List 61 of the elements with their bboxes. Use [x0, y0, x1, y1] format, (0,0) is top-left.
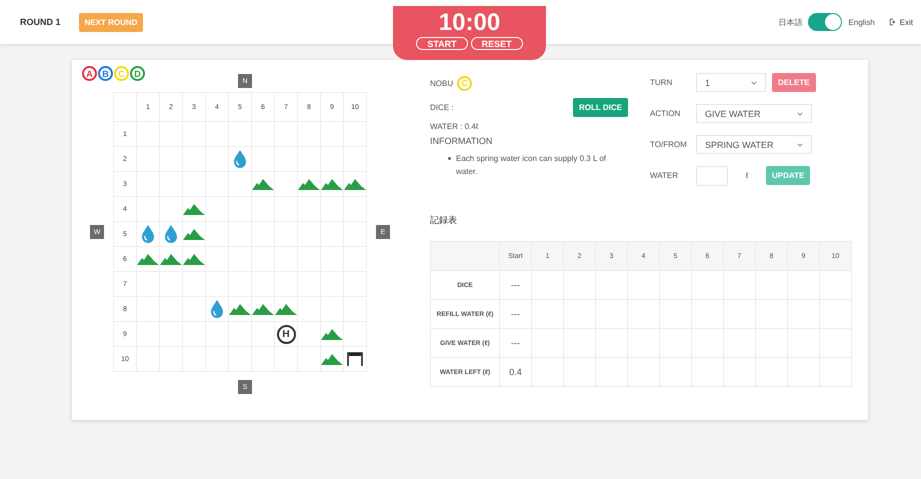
table-cell: ---: [511, 280, 520, 290]
water-drop-icon: [233, 150, 247, 168]
mountain-icon: [252, 178, 274, 190]
bullet-icon: [448, 157, 451, 160]
mountain-icon: [229, 304, 251, 314]
action-select[interactable]: GIVE WATER: [696, 104, 812, 123]
information-item: Each spring water icon can supply 0.3 L of water.: [456, 153, 608, 178]
next-round-button[interactable]: NEXT ROUND: [78, 12, 144, 32]
to-from-label: TO/FROM: [650, 140, 688, 149]
mountain-icon: [252, 304, 274, 314]
water-amount: WATER : 0.4ℓ: [430, 122, 480, 131]
player-marker: B: [98, 66, 113, 81]
start-button[interactable]: START: [416, 37, 468, 50]
timer-display: 10:00: [438, 9, 500, 37]
dice-label: DICE :: [430, 102, 454, 112]
language-label: English: [848, 18, 875, 26]
water-label: WATER: [650, 171, 679, 180]
unit-label: ℓ: [744, 171, 750, 180]
player-name: NOBU: [430, 78, 454, 88]
table-cell: ---: [511, 309, 520, 319]
round-label: ROUND 1: [20, 17, 61, 27]
chevron-down-icon: [797, 142, 803, 146]
player-marker: A: [82, 66, 97, 81]
table-cell: ---: [511, 338, 520, 348]
mountain-icon: [160, 254, 182, 264]
home-marker: H: [276, 324, 296, 344]
delete-button[interactable]: DELETE: [772, 73, 816, 92]
update-button[interactable]: UPDATE: [766, 166, 810, 185]
chevron-down-icon: [797, 112, 803, 116]
turn-label: TURN: [650, 78, 674, 87]
water-drop-icon: [141, 225, 155, 243]
mountain-icon: [321, 178, 343, 190]
turn-select[interactable]: 1: [696, 73, 766, 92]
mountain-icon: [183, 254, 205, 264]
information-title: INFORMATION: [430, 136, 494, 146]
goal-gate-icon: [347, 352, 363, 366]
player-marker: D: [130, 66, 145, 81]
water-drop-icon: [164, 225, 178, 243]
roll-dice-button[interactable]: ROLL DICE: [573, 98, 628, 116]
water-drop-icon: [210, 300, 224, 318]
exit-link[interactable]: Exit: [888, 18, 913, 26]
water-input[interactable]: [696, 166, 728, 186]
mountain-icon: [275, 304, 297, 314]
to-from-select[interactable]: SPRING WATER: [696, 135, 812, 154]
action-label: ACTION: [650, 109, 682, 118]
mountain-icon: [344, 178, 366, 190]
player-marker: C: [114, 66, 129, 81]
mountain-icon: [183, 204, 205, 214]
exit-icon: [888, 18, 897, 26]
mountain-icon: [298, 178, 320, 190]
mountain-icon: [137, 254, 159, 264]
mountain-icon: [183, 228, 205, 240]
table-cell: 0.4: [509, 367, 522, 377]
record-title: 記録表: [430, 214, 458, 227]
reset-button[interactable]: RESET: [470, 37, 523, 50]
player-badge: C: [457, 76, 472, 90]
language-label: 日本語: [778, 16, 802, 28]
mountain-icon: [321, 354, 343, 364]
chevron-down-icon: [751, 80, 757, 84]
language-toggle[interactable]: [808, 13, 842, 31]
mountain-icon: [321, 328, 343, 340]
